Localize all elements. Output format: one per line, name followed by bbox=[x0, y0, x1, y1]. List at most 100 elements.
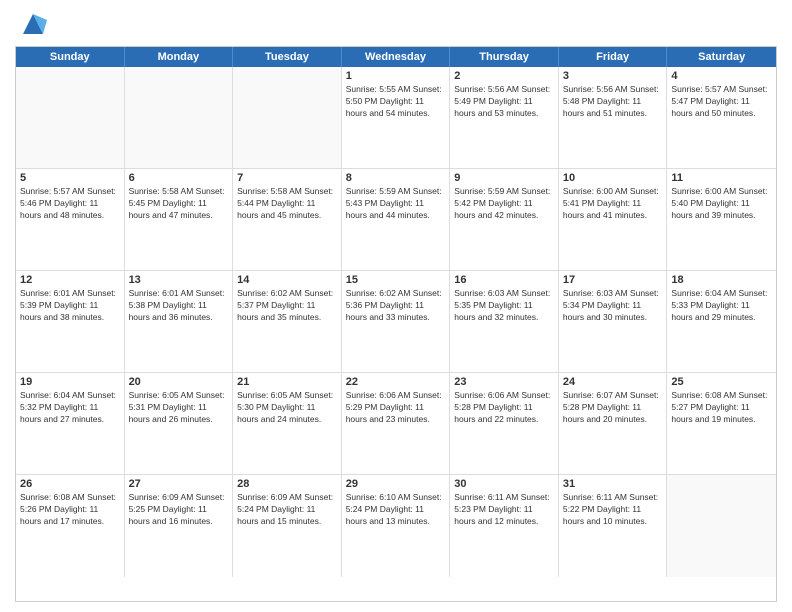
weekday-header-tuesday: Tuesday bbox=[233, 47, 342, 67]
day-info: Sunrise: 6:03 AM Sunset: 5:34 PM Dayligh… bbox=[563, 288, 663, 324]
day-cell-14: 14 Sunrise: 6:02 AM Sunset: 5:37 PM Dayli… bbox=[233, 271, 342, 372]
day-number: 31 bbox=[563, 478, 663, 490]
calendar-header: SundayMondayTuesdayWednesdayThursdayFrid… bbox=[16, 47, 776, 67]
day-info: Sunrise: 6:09 AM Sunset: 5:24 PM Dayligh… bbox=[237, 492, 337, 528]
day-cell-31: 31 Sunrise: 6:11 AM Sunset: 5:22 PM Dayli… bbox=[559, 475, 668, 577]
day-number: 21 bbox=[237, 376, 337, 388]
day-cell-2: 2 Sunrise: 5:56 AM Sunset: 5:49 PM Daylig… bbox=[450, 67, 559, 168]
day-number: 15 bbox=[346, 274, 446, 286]
empty-cell-0-0 bbox=[16, 67, 125, 168]
day-number: 17 bbox=[563, 274, 663, 286]
day-cell-21: 21 Sunrise: 6:05 AM Sunset: 5:30 PM Dayli… bbox=[233, 373, 342, 474]
day-info: Sunrise: 6:08 AM Sunset: 5:26 PM Dayligh… bbox=[20, 492, 120, 528]
day-cell-9: 9Sunrise: 5:59 AM Sunset: 5:42 PM Daylig… bbox=[450, 169, 559, 270]
day-number: 12 bbox=[20, 274, 120, 286]
day-number: 9 bbox=[454, 172, 554, 184]
empty-cell-4-6 bbox=[667, 475, 776, 577]
calendar-row-3: 19 Sunrise: 6:04 AM Sunset: 5:32 PM Dayli… bbox=[16, 373, 776, 475]
day-info: Sunrise: 6:11 AM Sunset: 5:22 PM Dayligh… bbox=[563, 492, 663, 528]
day-number: 22 bbox=[346, 376, 446, 388]
calendar-row-2: 12 Sunrise: 6:01 AM Sunset: 5:39 PM Dayli… bbox=[16, 271, 776, 373]
day-number: 24 bbox=[563, 376, 663, 388]
empty-cell-0-1 bbox=[125, 67, 234, 168]
day-info: Sunrise: 6:00 AM Sunset: 5:41 PM Dayligh… bbox=[563, 186, 663, 222]
day-number: 23 bbox=[454, 376, 554, 388]
day-info: Sunrise: 5:56 AM Sunset: 5:49 PM Dayligh… bbox=[454, 84, 554, 120]
header bbox=[15, 10, 777, 38]
day-info: Sunrise: 6:10 AM Sunset: 5:24 PM Dayligh… bbox=[346, 492, 446, 528]
calendar-row-1: 5 Sunrise: 5:57 AM Sunset: 5:46 PM Daylig… bbox=[16, 169, 776, 271]
day-cell-24: 24 Sunrise: 6:07 AM Sunset: 5:28 PM Dayli… bbox=[559, 373, 668, 474]
weekday-header-friday: Friday bbox=[559, 47, 668, 67]
day-info: Sunrise: 5:55 AM Sunset: 5:50 PM Dayligh… bbox=[346, 84, 446, 120]
day-cell-19: 19 Sunrise: 6:04 AM Sunset: 5:32 PM Dayli… bbox=[16, 373, 125, 474]
day-info: Sunrise: 5:58 AM Sunset: 5:45 PM Dayligh… bbox=[129, 186, 229, 222]
day-number: 4 bbox=[671, 70, 772, 82]
day-number: 1 bbox=[346, 70, 446, 82]
day-info: Sunrise: 6:02 AM Sunset: 5:36 PM Dayligh… bbox=[346, 288, 446, 324]
day-info: Sunrise: 6:05 AM Sunset: 5:31 PM Dayligh… bbox=[129, 390, 229, 426]
day-number: 7 bbox=[237, 172, 337, 184]
day-cell-13: 13 Sunrise: 6:01 AM Sunset: 5:38 PM Dayli… bbox=[125, 271, 234, 372]
day-cell-20: 20 Sunrise: 6:05 AM Sunset: 5:31 PM Dayli… bbox=[125, 373, 234, 474]
weekday-header-wednesday: Wednesday bbox=[342, 47, 451, 67]
day-cell-16: 16Sunrise: 6:03 AM Sunset: 5:35 PM Dayli… bbox=[450, 271, 559, 372]
day-cell-28: 28 Sunrise: 6:09 AM Sunset: 5:24 PM Dayli… bbox=[233, 475, 342, 577]
logo-icon bbox=[19, 10, 47, 38]
day-cell-30: 30 Sunrise: 6:11 AM Sunset: 5:23 PM Dayli… bbox=[450, 475, 559, 577]
day-cell-4: 4 Sunrise: 5:57 AM Sunset: 5:47 PM Daylig… bbox=[667, 67, 776, 168]
day-number: 11 bbox=[671, 172, 772, 184]
day-info: Sunrise: 6:01 AM Sunset: 5:38 PM Dayligh… bbox=[129, 288, 229, 324]
day-number: 28 bbox=[237, 478, 337, 490]
day-info: Sunrise: 6:01 AM Sunset: 5:39 PM Dayligh… bbox=[20, 288, 120, 324]
day-info: Sunrise: 6:02 AM Sunset: 5:37 PM Dayligh… bbox=[237, 288, 337, 324]
day-info: Sunrise: 5:59 AM Sunset: 5:43 PM Dayligh… bbox=[346, 186, 446, 222]
calendar: SundayMondayTuesdayWednesdayThursdayFrid… bbox=[15, 46, 777, 602]
calendar-row-0: 1 Sunrise: 5:55 AM Sunset: 5:50 PM Daylig… bbox=[16, 67, 776, 169]
day-info: Sunrise: 5:56 AM Sunset: 5:48 PM Dayligh… bbox=[563, 84, 663, 120]
day-info: Sunrise: 5:57 AM Sunset: 5:47 PM Dayligh… bbox=[671, 84, 772, 120]
day-cell-10: 10Sunrise: 6:00 AM Sunset: 5:41 PM Dayli… bbox=[559, 169, 668, 270]
day-number: 5 bbox=[20, 172, 120, 184]
day-number: 14 bbox=[237, 274, 337, 286]
day-cell-29: 29 Sunrise: 6:10 AM Sunset: 5:24 PM Dayli… bbox=[342, 475, 451, 577]
day-number: 13 bbox=[129, 274, 229, 286]
empty-cell-0-2 bbox=[233, 67, 342, 168]
logo bbox=[15, 10, 47, 38]
day-number: 30 bbox=[454, 478, 554, 490]
day-number: 20 bbox=[129, 376, 229, 388]
day-info: Sunrise: 6:00 AM Sunset: 5:40 PM Dayligh… bbox=[671, 186, 772, 222]
day-cell-15: 15 Sunrise: 6:02 AM Sunset: 5:36 PM Dayli… bbox=[342, 271, 451, 372]
day-cell-22: 22Sunrise: 6:06 AM Sunset: 5:29 PM Dayli… bbox=[342, 373, 451, 474]
day-info: Sunrise: 5:57 AM Sunset: 5:46 PM Dayligh… bbox=[20, 186, 120, 222]
day-info: Sunrise: 6:11 AM Sunset: 5:23 PM Dayligh… bbox=[454, 492, 554, 528]
day-cell-12: 12 Sunrise: 6:01 AM Sunset: 5:39 PM Dayli… bbox=[16, 271, 125, 372]
day-number: 27 bbox=[129, 478, 229, 490]
day-info: Sunrise: 6:06 AM Sunset: 5:28 PM Dayligh… bbox=[454, 390, 554, 426]
day-info: Sunrise: 6:07 AM Sunset: 5:28 PM Dayligh… bbox=[563, 390, 663, 426]
day-number: 19 bbox=[20, 376, 120, 388]
day-cell-1: 1 Sunrise: 5:55 AM Sunset: 5:50 PM Daylig… bbox=[342, 67, 451, 168]
day-cell-27: 27 Sunrise: 6:09 AM Sunset: 5:25 PM Dayli… bbox=[125, 475, 234, 577]
day-number: 18 bbox=[671, 274, 772, 286]
page: SundayMondayTuesdayWednesdayThursdayFrid… bbox=[0, 0, 792, 612]
day-info: Sunrise: 6:04 AM Sunset: 5:33 PM Dayligh… bbox=[671, 288, 772, 324]
weekday-header-thursday: Thursday bbox=[450, 47, 559, 67]
calendar-row-4: 26 Sunrise: 6:08 AM Sunset: 5:26 PM Dayli… bbox=[16, 475, 776, 577]
day-number: 8 bbox=[346, 172, 446, 184]
day-number: 16 bbox=[454, 274, 554, 286]
day-cell-11: 11 Sunrise: 6:00 AM Sunset: 5:40 PM Dayli… bbox=[667, 169, 776, 270]
day-cell-25: 25Sunrise: 6:08 AM Sunset: 5:27 PM Dayli… bbox=[667, 373, 776, 474]
weekday-header-saturday: Saturday bbox=[667, 47, 776, 67]
day-number: 29 bbox=[346, 478, 446, 490]
day-info: Sunrise: 6:04 AM Sunset: 5:32 PM Dayligh… bbox=[20, 390, 120, 426]
day-info: Sunrise: 6:09 AM Sunset: 5:25 PM Dayligh… bbox=[129, 492, 229, 528]
day-cell-26: 26 Sunrise: 6:08 AM Sunset: 5:26 PM Dayli… bbox=[16, 475, 125, 577]
day-number: 3 bbox=[563, 70, 663, 82]
day-number: 2 bbox=[454, 70, 554, 82]
day-info: Sunrise: 6:05 AM Sunset: 5:30 PM Dayligh… bbox=[237, 390, 337, 426]
day-cell-7: 7Sunrise: 5:58 AM Sunset: 5:44 PM Daylig… bbox=[233, 169, 342, 270]
day-cell-3: 3 Sunrise: 5:56 AM Sunset: 5:48 PM Daylig… bbox=[559, 67, 668, 168]
day-cell-5: 5 Sunrise: 5:57 AM Sunset: 5:46 PM Daylig… bbox=[16, 169, 125, 270]
day-number: 26 bbox=[20, 478, 120, 490]
